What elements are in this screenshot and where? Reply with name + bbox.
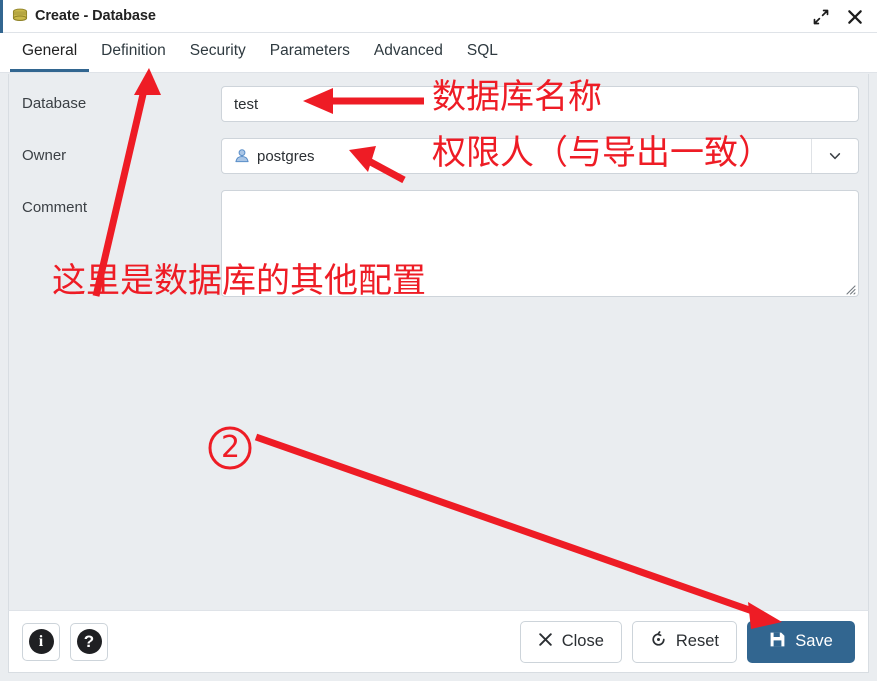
save-disk-icon [769, 631, 786, 653]
tab-definition[interactable]: Definition [89, 33, 178, 72]
resize-handle-icon[interactable] [844, 282, 856, 295]
database-input[interactable]: test [221, 86, 859, 122]
footer-right-group: Close Reset Save [519, 620, 855, 663]
comment-textarea[interactable] [221, 190, 859, 297]
owner-select[interactable]: postgres [221, 138, 859, 174]
window-title: Create - Database [35, 8, 156, 24]
dialog-footer: i ? Close Reset Save [8, 610, 869, 673]
tab-general[interactable]: General [10, 33, 90, 72]
owner-select-value-group: postgres [234, 148, 315, 165]
database-field-row: Database test [9, 86, 870, 122]
reset-icon [650, 630, 667, 653]
database-label: Database [22, 95, 87, 112]
database-input-wrapper: test [221, 86, 870, 122]
tab-sql[interactable]: SQL [455, 33, 510, 72]
owner-label: Owner [22, 147, 67, 164]
close-x-icon [538, 632, 553, 652]
chevron-down-icon[interactable] [811, 139, 858, 173]
owner-input-wrapper: postgres [221, 138, 870, 174]
database-input-value: test [234, 95, 259, 113]
help-icon: ? [76, 629, 102, 654]
comment-input-wrapper [221, 190, 870, 297]
info-icon: i [28, 629, 54, 654]
database-icon [11, 7, 29, 25]
tab-bar: General Definition Security Parameters A… [0, 33, 877, 73]
maximize-icon[interactable] [807, 3, 835, 31]
close-button[interactable]: Close [519, 620, 622, 663]
reset-button-label: Reset [675, 632, 719, 650]
titlebar-controls [807, 0, 869, 33]
owner-field-row: Owner postgres [9, 138, 870, 174]
owner-select-value: postgres [257, 147, 315, 165]
tab-security[interactable]: Security [178, 33, 258, 72]
help-button[interactable]: ? [70, 622, 108, 661]
person-icon [234, 148, 250, 164]
tab-advanced[interactable]: Advanced [362, 33, 455, 72]
titlebar-accent-bar [0, 0, 3, 33]
comment-field-row: Comment [9, 190, 870, 297]
close-button-label: Close [561, 632, 604, 650]
tab-parameters[interactable]: Parameters [258, 33, 362, 72]
save-button[interactable]: Save [747, 620, 855, 663]
footer-left-group: i ? [22, 622, 108, 661]
close-icon[interactable] [841, 3, 869, 31]
save-button-label: Save [795, 632, 833, 650]
comment-label: Comment [22, 199, 88, 216]
reset-button[interactable]: Reset [631, 620, 737, 663]
create-database-dialog: Create - Database General Definition Sec… [0, 0, 877, 681]
general-tab-panel: Database test Owner postgres Comment [8, 74, 869, 610]
titlebar: Create - Database [0, 0, 877, 33]
info-button[interactable]: i [22, 622, 60, 661]
